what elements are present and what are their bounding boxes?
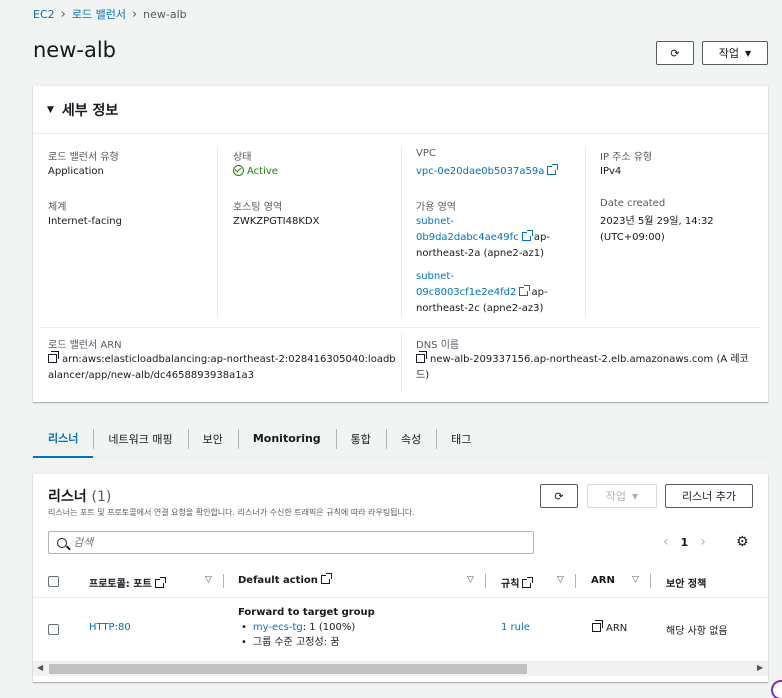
subnet-link-1[interactable]: subnet- (416, 214, 576, 230)
az-item-2: subnet- 09c8003cf1e2e4fd2 ap- northeast-… (416, 269, 576, 317)
lb-type-label: 로드 밸런서 유형 (48, 152, 119, 163)
caret-down-icon: ▼ (745, 48, 752, 58)
page-number[interactable]: 1 (681, 536, 689, 549)
column-header-security-policy[interactable]: 보안 정책 (666, 575, 706, 590)
vpc-label: VPC (416, 148, 436, 159)
security-policy-cell: 해당 사항 없음 (666, 626, 728, 637)
chevron-left-icon[interactable]: ‹ (663, 534, 669, 550)
tab-listeners[interactable]: 리스너 (33, 420, 94, 458)
details-header-toggle[interactable]: ▼ 세부 정보 (33, 86, 768, 134)
gear-icon[interactable]: ⚙ (736, 535, 750, 549)
external-link-icon (519, 285, 531, 296)
listeners-panel: 리스너 (1) 리스너는 포트 및 프로토콜에서 연결 요청을 확인합니다. 리… (33, 474, 768, 682)
external-link-icon (521, 230, 533, 241)
details-title: 세부 정보 (61, 102, 119, 119)
target-group-link[interactable]: my-ecs-tg (253, 622, 303, 633)
rules-link[interactable]: 1 rule (501, 622, 530, 633)
caret-down-icon: ▼ (47, 104, 54, 115)
vpc-link[interactable]: vpc-0e20dae0b5037a59a (416, 164, 559, 180)
external-link-icon (522, 577, 534, 588)
az-item-1: subnet- 0b9da2dabc4ae49fc ap- northeast-… (416, 214, 576, 262)
breadcrumb-current: new-alb (143, 7, 187, 21)
date-created-value: 2023년 5월 29일, 14:32 (UTC+09:00) (600, 216, 714, 243)
search-input[interactable] (73, 536, 533, 549)
breadcrumb: EC2 › 로드 밸런서 › new-alb (33, 6, 187, 22)
row-checkbox[interactable] (48, 624, 59, 635)
tab-security[interactable]: 보안 (187, 420, 238, 458)
tab-integrations[interactable]: 통합 (335, 420, 386, 458)
arn-label: 로드 밸런서 ARN (48, 340, 122, 351)
page-title: new-alb (33, 38, 117, 62)
tab-monitoring[interactable]: Monitoring (237, 420, 336, 458)
scheme-label: 체계 (48, 202, 67, 213)
lb-type-value: Application (48, 166, 104, 177)
protocol-link[interactable]: HTTP:80 (89, 622, 131, 633)
tab-network-mapping[interactable]: 네트워크 매핑 (93, 420, 187, 458)
copy-icon[interactable] (416, 351, 427, 363)
refresh-button[interactable]: ⟳ (656, 41, 694, 65)
scroll-left-icon[interactable]: ◀ (37, 663, 43, 672)
arn-value: arn:aws:elasticloadbalancing:ap-northeas… (48, 351, 396, 381)
refresh-icon: ⟳ (554, 489, 564, 503)
horizontal-scrollbar[interactable]: ◀ ▶ (33, 661, 768, 676)
column-header-default-action[interactable]: Default action (238, 573, 332, 586)
hosted-zone-label: 호스팅 영역 (233, 202, 283, 213)
chevron-right-icon: › (131, 6, 138, 22)
tab-tags[interactable]: 태그 (436, 420, 486, 458)
hosted-zone-value: ZWKZPGTI48KDX (233, 216, 320, 227)
column-header-arn[interactable]: ARN (591, 575, 615, 586)
sort-icon[interactable]: ▽ (467, 575, 474, 585)
scroll-thumb[interactable] (49, 664, 527, 674)
chevron-right-icon[interactable]: › (700, 534, 706, 550)
tab-attributes[interactable]: 속성 (385, 420, 436, 458)
scheme-value: Internet-facing (48, 216, 122, 227)
breadcrumb-load-balancers[interactable]: 로드 밸런서 (72, 6, 126, 22)
subnet-link-2[interactable]: subnet- (416, 269, 576, 285)
arn-cell: ARN (592, 620, 627, 634)
sort-icon[interactable]: ▽ (205, 575, 212, 585)
ip-type-label: IP 주소 유형 (600, 152, 653, 163)
add-listener-button[interactable]: 리스너 추가 (665, 484, 753, 508)
tab-bar: 리스너 네트워크 매핑 보안 Monitoring 통합 속성 태그 (33, 420, 768, 458)
pagination: ‹ 1 › (663, 534, 706, 550)
scroll-right-icon[interactable]: ▶ (757, 663, 763, 672)
external-link-icon (154, 577, 166, 588)
date-created-label: Date created (600, 198, 666, 209)
column-header-protocol[interactable]: 프로토콜: 포트 (89, 575, 166, 590)
listeners-refresh-button[interactable]: ⟳ (540, 484, 578, 508)
details-panel: ▼ 세부 정보 로드 밸런서 유형 Application 체계 Interne… (33, 86, 768, 402)
assistant-icon[interactable] (771, 680, 782, 698)
check-circle-icon (233, 165, 244, 176)
column-header-rules[interactable]: 규칙 (501, 575, 534, 590)
listeners-action-button[interactable]: 작업 ▼ (587, 484, 657, 508)
ip-type-value: IPv4 (600, 166, 622, 177)
copy-icon[interactable] (48, 351, 59, 363)
caret-down-icon: ▼ (632, 491, 639, 501)
copy-icon[interactable] (592, 620, 603, 632)
breadcrumb-ec2[interactable]: EC2 (33, 8, 55, 21)
status-label: 상태 (233, 152, 252, 163)
dns-label: DNS 이름 (416, 340, 460, 351)
external-link-icon (320, 573, 332, 584)
search-box (48, 531, 534, 554)
external-link-icon (547, 164, 559, 175)
refresh-icon: ⟳ (670, 46, 680, 60)
status-value: Active (233, 164, 278, 180)
listeners-description: 리스너는 포트 및 프로토콜에서 연결 요청을 확인합니다. 리스너가 수신한 … (48, 508, 415, 517)
chevron-right-icon: › (60, 6, 66, 22)
sort-icon[interactable]: ▽ (632, 575, 639, 585)
select-all-checkbox[interactable] (48, 576, 59, 587)
listeners-title: 리스너 (1) (48, 489, 112, 505)
default-action-cell: Forward to target group • my-ecs-tg: 1 (1… (238, 607, 375, 648)
sort-icon[interactable]: ▽ (557, 575, 564, 585)
az-label: 가용 영역 (416, 202, 456, 213)
search-icon (57, 537, 67, 548)
action-dropdown-button[interactable]: 작업 ▼ (702, 41, 768, 65)
dns-value: new-alb-209337156.ap-northeast-2.elb.ama… (416, 351, 749, 381)
